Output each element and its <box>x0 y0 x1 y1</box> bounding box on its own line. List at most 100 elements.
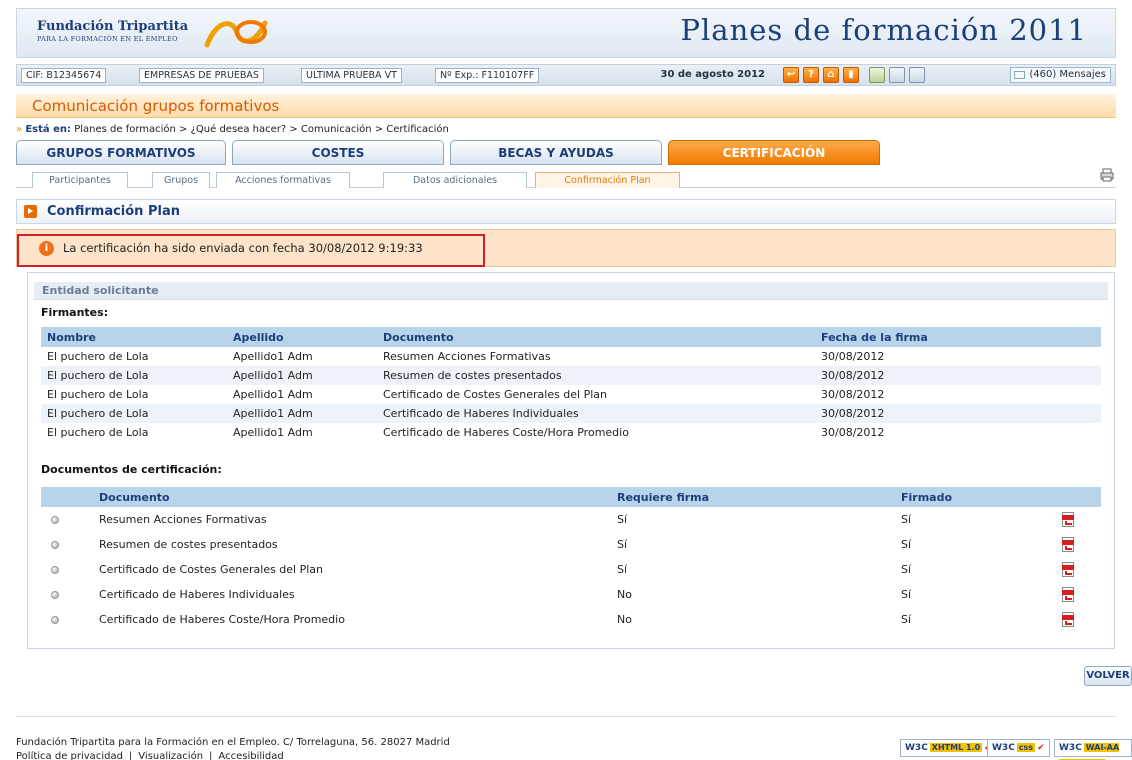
cell-documento: Certificado de Costes Generales del Plan <box>99 563 324 576</box>
row-radio[interactable] <box>51 591 59 599</box>
pdf-icon[interactable] <box>1061 612 1075 627</box>
tab-costes[interactable]: COSTES <box>232 140 444 165</box>
firmantes-table: Nombre Apellido Documento Fecha de la fi… <box>41 327 1101 442</box>
col-requiere-firma: Requiere firma <box>611 487 895 507</box>
pdf-icon[interactable] <box>1061 587 1075 602</box>
documentos-title: Documentos de certificación: <box>41 463 222 476</box>
table-row: Resumen Acciones Formativas Sí Sí <box>41 507 1101 532</box>
cell-nombre: El puchero de Lola <box>47 388 149 401</box>
cell-requiere-firma: Sí <box>617 563 628 576</box>
col-fecha-firma: Fecha de la firma <box>815 327 1101 347</box>
table-row: El puchero de Lola Apellido1 Adm Resumen… <box>41 347 1101 366</box>
exit-icon[interactable]: ↩ <box>783 67 799 83</box>
subtab-confirmacion-plan[interactable]: Confirmación Plan <box>535 172 680 188</box>
privacy-link[interactable]: Política de privacidad <box>16 751 123 760</box>
tab-grupos-formativos[interactable]: GRUPOS FORMATIVOS <box>16 140 226 165</box>
breadcrumb-path[interactable]: Planes de formación > ¿Qué desea hacer? … <box>74 124 449 135</box>
footer-address: Fundación Tripartita para la Formación e… <box>16 737 450 748</box>
w3c-xhtml-badge[interactable]: W3CXHTML 1.0✔ <box>900 739 997 757</box>
table-row: El puchero de Lola Apellido1 Adm Certifi… <box>41 423 1101 442</box>
logo-mark-icon <box>204 20 268 48</box>
firmantes-title: Firmantes: <box>41 306 109 319</box>
messages-button[interactable]: (460) Mensajes <box>1010 67 1111 83</box>
tab-certificacion[interactable]: CERTIFICACIÓN <box>668 140 880 165</box>
section-title-bar: Comunicación grupos formativos <box>16 94 1116 118</box>
edit-icon[interactable] <box>909 67 925 83</box>
current-date: 30 de agosto 2012 <box>660 69 765 80</box>
cell-requiere-firma: No <box>617 588 632 601</box>
table-row: El puchero de Lola Apellido1 Adm Certifi… <box>41 385 1101 404</box>
cell-documento: Resumen Acciones Formativas <box>99 513 267 526</box>
cell-apellido: Apellido1 Adm <box>227 404 377 423</box>
alert-highlight-box <box>17 234 485 267</box>
tool-icon[interactable]: ▮ <box>843 67 859 83</box>
company-chip: EMPRESAS DE PRUEBAS <box>139 68 264 83</box>
firmantes-header-row: Nombre Apellido Documento Fecha de la fi… <box>41 327 1101 347</box>
arrow-right-icon <box>24 205 37 218</box>
subtab-participantes[interactable]: Participantes <box>32 172 128 188</box>
expedient-chip: Nº Exp.: F110107FF <box>435 68 540 83</box>
breadcrumb-label: Está en: <box>25 124 72 135</box>
subtab-acciones-formativas[interactable]: Acciones formativas <box>216 172 350 188</box>
cell-requiere-firma: Sí <box>617 538 628 551</box>
table-row: El puchero de Lola Apellido1 Adm Resumen… <box>41 366 1101 385</box>
footer: Fundación Tripartita para la Formación e… <box>16 737 450 760</box>
documentos-header-row: Documento Requiere firma Firmado <box>41 487 1101 507</box>
row-radio[interactable] <box>51 516 59 524</box>
pdf-icon[interactable] <box>1061 537 1075 552</box>
col-firmado: Firmado <box>895 487 1055 507</box>
cell-documento: Resumen Acciones Formativas <box>383 350 551 363</box>
cell-apellido: Apellido1 Adm <box>233 388 313 401</box>
col-nombre: Nombre <box>41 327 227 347</box>
w3c-css-badge[interactable]: W3C css ✔ <box>987 739 1050 757</box>
accessibility-link[interactable]: Accesibilidad <box>218 751 283 760</box>
bottom-divider <box>16 716 1116 717</box>
cell-documento: Certificado de Costes Generales del Plan <box>383 388 608 401</box>
cell-requiere-firma: No <box>617 613 632 626</box>
app-title: Planes de formación 2011 <box>680 13 1087 47</box>
visualization-link[interactable]: Visualización <box>138 751 203 760</box>
subtab-datos-adicionales[interactable]: Datos adicionales <box>383 172 527 188</box>
info-bar: CIF: B12345674 EMPRESAS DE PRUEBAS ULTIM… <box>16 64 1116 86</box>
home-icon[interactable]: ⌂ <box>823 67 839 83</box>
cell-documento: Certificado de Haberes Coste/Hora Promed… <box>99 613 345 626</box>
cell-documento: Certificado de Haberes Individuales <box>377 404 815 423</box>
print-icon[interactable] <box>869 67 885 83</box>
pdf-icon[interactable] <box>1061 512 1075 527</box>
tab-becas-ayudas[interactable]: BECAS Y AYUDAS <box>450 140 662 165</box>
col-documento: Documento <box>93 487 611 507</box>
cell-requiere-firma: Sí <box>617 513 628 526</box>
app-header: Fundación Tripartita PARA LA FORMACIÓN E… <box>16 8 1116 58</box>
table-row: Certificado de Haberes Individuales No S… <box>41 582 1101 607</box>
messages-label: (460) Mensajes <box>1029 69 1106 80</box>
printer-icon[interactable] <box>1100 168 1114 182</box>
org-subtitle: PARA LA FORMACIÓN EN EL EMPLEO <box>37 35 178 43</box>
org-name: Fundación Tripartita <box>37 19 189 34</box>
cell-firmado: Sí <box>901 588 912 601</box>
row-radio[interactable] <box>51 616 59 624</box>
org-logo[interactable]: Fundación Tripartita PARA LA FORMACIÓN E… <box>37 19 188 43</box>
test-chip: ULTIMA PRUEBA VT <box>301 68 402 83</box>
cell-documento: Resumen de costes presentados <box>99 538 278 551</box>
section-title: Comunicación grupos formativos <box>32 97 280 115</box>
cell-apellido: Apellido1 Adm <box>233 350 313 363</box>
cell-firmado: Sí <box>901 563 912 576</box>
cell-documento: Certificado de Haberes Coste/Hora Promed… <box>383 426 629 439</box>
row-radio[interactable] <box>51 566 59 574</box>
help-icon[interactable]: ? <box>803 67 819 83</box>
volver-button[interactable]: VOLVER <box>1084 666 1132 686</box>
pdf-icon[interactable] <box>1061 562 1075 577</box>
chart-icon[interactable] <box>889 67 905 83</box>
footer-links: Política de privacidad | Visualización | Acc… <box>16 751 284 760</box>
table-row: Certificado de Costes Generales del Plan… <box>41 557 1101 582</box>
envelope-icon <box>1014 71 1026 79</box>
col-apellido: Apellido <box>227 327 377 347</box>
cell-firmado: Sí <box>901 538 912 551</box>
cell-fecha: 30/08/2012 <box>815 404 1101 423</box>
entidad-title: Entidad solicitante <box>34 282 1108 300</box>
w3c-wcag-badge[interactable]: W3CWAI-AA WCAG 2.0 <box>1054 739 1132 760</box>
subtab-grupos[interactable]: Grupos <box>152 172 210 188</box>
documentos-table: Documento Requiere firma Firmado Resumen… <box>41 487 1101 632</box>
row-radio[interactable] <box>51 541 59 549</box>
col-documento: Documento <box>377 327 815 347</box>
